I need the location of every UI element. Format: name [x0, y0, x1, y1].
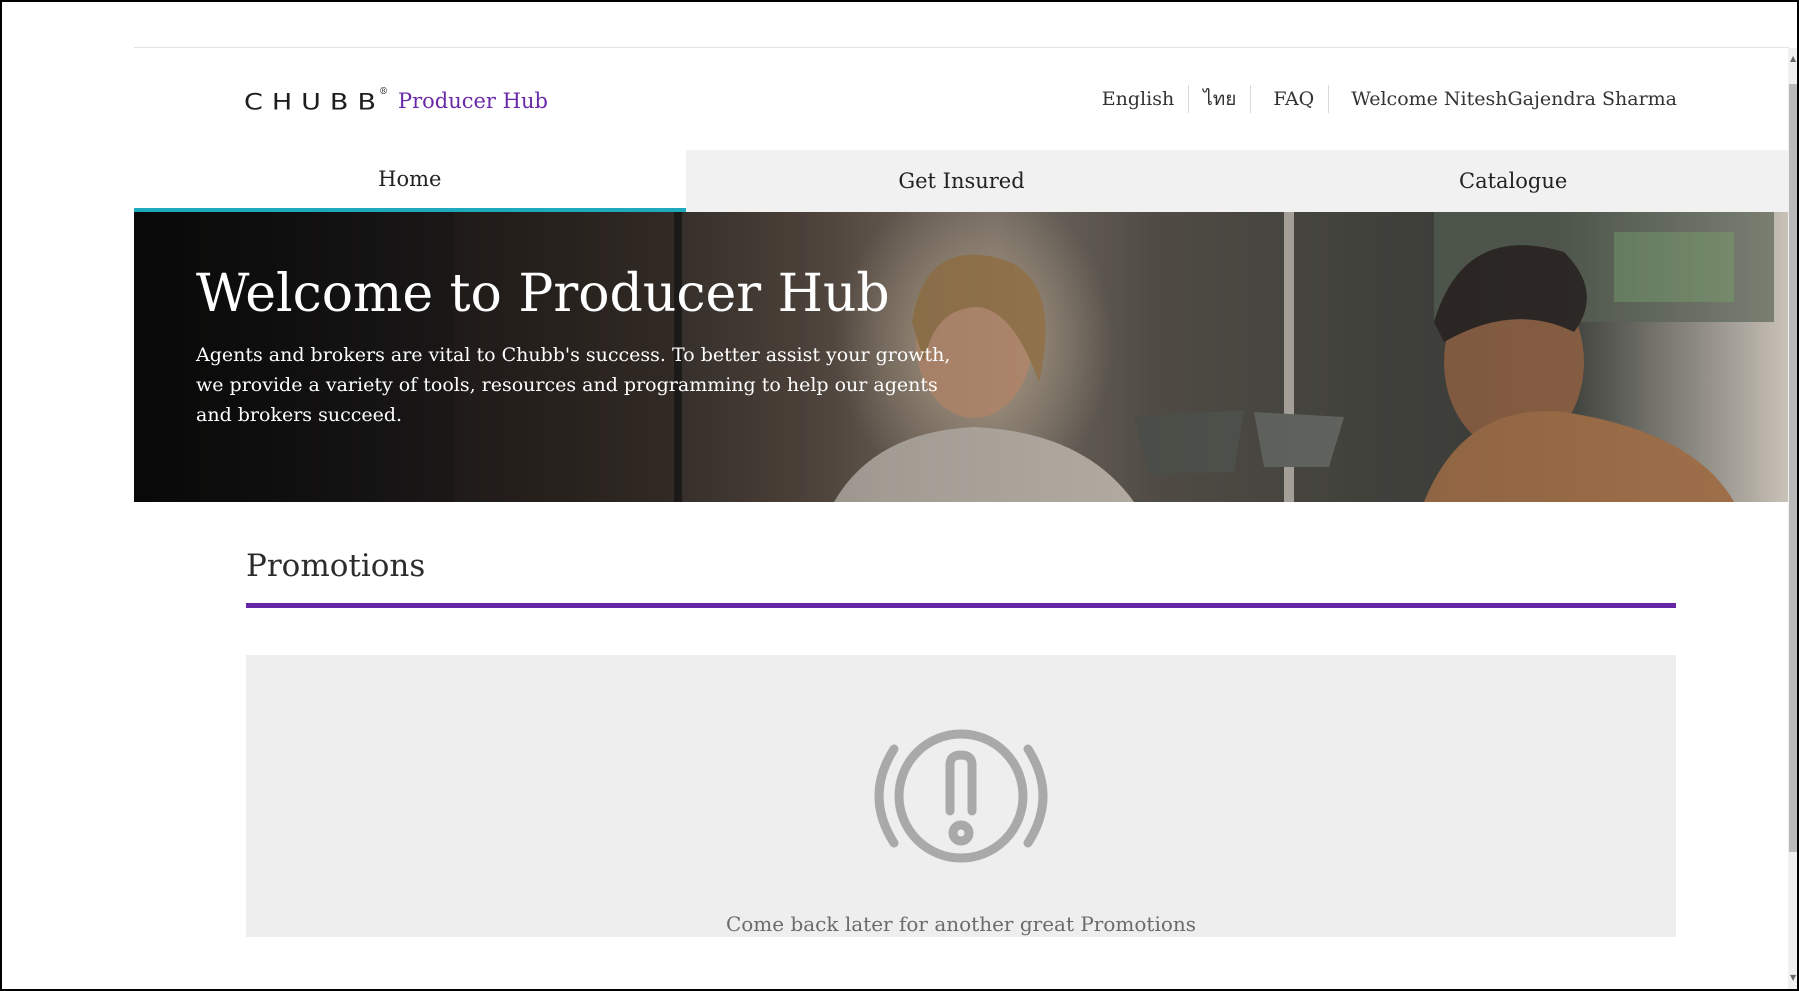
promotions-underline [246, 603, 1676, 608]
language-english-link[interactable]: English [1088, 88, 1188, 110]
tab-home[interactable]: Home [134, 150, 686, 212]
scrollbar-thumb[interactable] [1789, 84, 1797, 852]
welcome-user-menu[interactable]: Welcome NiteshGajendra Sharma [1329, 88, 1677, 110]
main-tabs: Home Get Insured Catalogue [134, 150, 1790, 212]
promotions-empty-state: Come back later for another great Promot… [246, 655, 1676, 937]
promotions-empty-message: Come back later for another great Promot… [725, 912, 1197, 936]
product-name: Producer Hub [397, 89, 548, 113]
chubb-logo-wordmark: CHUBB [244, 89, 385, 115]
page-scrollbar[interactable]: ▲ ▼ [1788, 48, 1797, 989]
site-header: CHUBB ® Producer Hub English ไทย FAQ Wel… [134, 48, 1789, 150]
brand-logo[interactable]: CHUBB ® Producer Hub [244, 84, 548, 115]
browser-frame: CHUBB ® Producer Hub English ไทย FAQ Wel… [0, 0, 1799, 991]
alert-icon [874, 729, 1048, 863]
utility-nav: English ไทย FAQ Welcome NiteshGajendra S… [1088, 84, 1677, 114]
tab-get-insured[interactable]: Get Insured [685, 150, 1238, 212]
hero-title: Welcome to Producer Hub [196, 264, 890, 324]
scroll-down-arrow-icon[interactable]: ▼ [1790, 973, 1796, 982]
hero-banner: Welcome to Producer Hub Agents and broke… [134, 212, 1789, 502]
language-thai-link[interactable]: ไทย [1189, 84, 1250, 114]
hero-description: Agents and brokers are vital to Chubb's … [196, 344, 951, 426]
scroll-up-arrow-icon[interactable]: ▲ [1790, 54, 1796, 63]
logo-registered-mark: ® [378, 87, 388, 97]
promotions-heading: Promotions [246, 548, 426, 584]
faq-link[interactable]: FAQ [1251, 88, 1328, 110]
tab-catalogue[interactable]: Catalogue [1237, 150, 1790, 212]
